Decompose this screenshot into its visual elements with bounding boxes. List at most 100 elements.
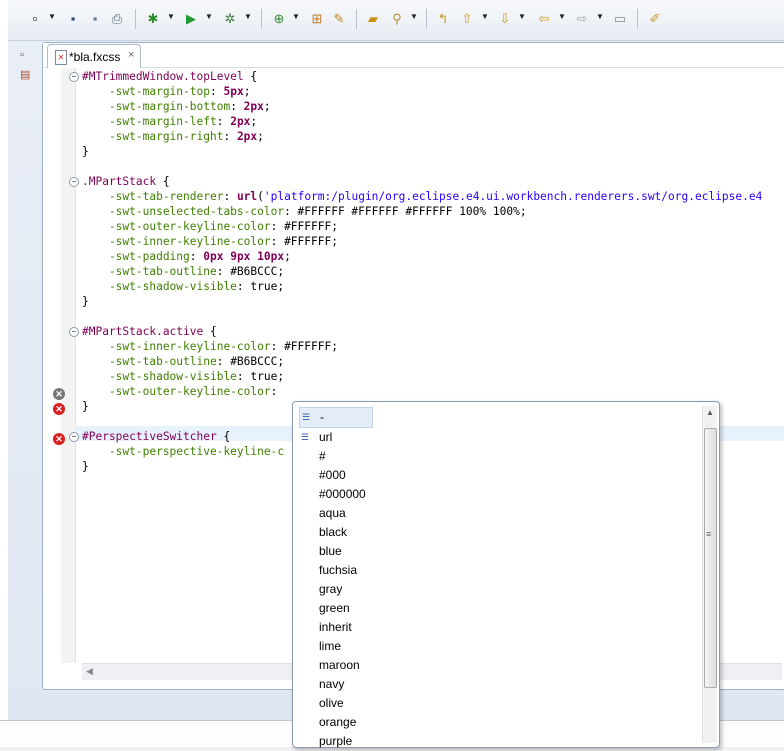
code-line[interactable]: -swt-inner-keyline-color: #FFFFFF;	[82, 339, 338, 354]
code-line[interactable]: -swt-outer-keyline-color:	[82, 384, 277, 399]
chevron-down-icon[interactable]: ▼	[410, 12, 418, 21]
restore-icon[interactable]: ▫	[20, 49, 32, 61]
back-icon[interactable]: ⇦	[535, 10, 553, 28]
completion-item[interactable]: blue	[299, 542, 703, 561]
forward-icon[interactable]: ⇨	[573, 10, 591, 28]
completion-item[interactable]: #	[299, 447, 703, 466]
tab-bla-fxcss[interactable]: ✕ *bla.fxcss ×	[47, 44, 141, 68]
code-line[interactable]: − .MPartStack {	[69, 174, 170, 189]
save-all-icon[interactable]: ▪	[86, 10, 104, 28]
annotation-gutter	[43, 68, 61, 663]
code-token: -swt-margin-bottom	[82, 100, 231, 113]
code-line[interactable]: }	[82, 294, 89, 309]
pin-editor-icon[interactable]: ▭	[611, 10, 629, 28]
paint-icon[interactable]: ✐	[646, 10, 664, 28]
code-line[interactable]: -swt-perspective-keyline-c	[82, 444, 284, 459]
completion-item[interactable]: fuchsia	[299, 561, 703, 580]
code-token: -swt-unselected-tabs-color	[82, 205, 285, 218]
chevron-down-icon[interactable]: ▼	[292, 12, 300, 21]
search-icon[interactable]: ⚲	[388, 10, 406, 28]
chevron-down-icon[interactable]: ▼	[481, 12, 489, 21]
tab-label: *bla.fxcss	[69, 50, 121, 64]
completion-item[interactable]: orange	[299, 713, 703, 732]
code-token: -swt-shadow-visible	[82, 280, 237, 293]
outline-view-icon[interactable]: ▤	[20, 69, 32, 81]
completion-item[interactable]: aqua	[299, 504, 703, 523]
completion-item[interactable]: inherit	[299, 618, 703, 637]
last-edit-icon[interactable]: ⇩	[496, 10, 514, 28]
completion-item[interactable]: navy	[299, 675, 703, 694]
print-icon[interactable]: ⎙	[108, 10, 126, 28]
chevron-down-icon[interactable]: ▼	[205, 12, 213, 21]
completion-item[interactable]: #000000	[299, 485, 703, 504]
code-token: {	[216, 430, 231, 443]
prev-annotation-icon[interactable]: ↰	[434, 10, 452, 28]
code-line[interactable]: -swt-padding: 0px 9px 10px;	[82, 249, 291, 264]
error-marker-icon[interactable]: ✕	[53, 433, 65, 445]
fold-toggle-icon[interactable]: −	[69, 432, 79, 442]
new-wizard-icon[interactable]: ▫	[26, 10, 44, 28]
code-line[interactable]: -swt-unselected-tabs-color: #FFFFFF #FFF…	[82, 204, 527, 219]
fold-toggle-icon[interactable]: −	[69, 177, 79, 187]
code-token: ;	[257, 130, 264, 143]
completion-item[interactable]: lime	[299, 637, 703, 656]
popup-vertical-scrollbar[interactable]: ▲ ≡	[702, 406, 717, 743]
chevron-down-icon[interactable]: ▼	[518, 12, 526, 21]
completion-item[interactable]: ☰ -	[299, 407, 373, 428]
completion-item[interactable]: purple	[299, 732, 703, 751]
fold-toggle-icon[interactable]: −	[69, 72, 79, 82]
completion-item[interactable]: ☰ url	[299, 428, 703, 447]
code-line[interactable]: -swt-shadow-visible: true;	[82, 279, 284, 294]
save-icon[interactable]: ▪	[64, 10, 82, 28]
scrollbar-thumb[interactable]	[704, 428, 717, 688]
code-line[interactable]: -swt-tab-outline: #B6BCCC;	[82, 354, 284, 369]
code-line[interactable]: -swt-margin-left: 2px;	[82, 114, 257, 129]
run-icon[interactable]: ▶	[182, 10, 200, 28]
new-java-class-icon[interactable]: ⊕	[270, 10, 288, 28]
code-token: {	[156, 175, 170, 188]
completion-item[interactable]: gray	[299, 580, 703, 599]
code-line[interactable]: -swt-shadow-visible: true;	[82, 369, 284, 384]
new-file-icon[interactable]: ✎	[330, 10, 348, 28]
completion-item[interactable]: maroon	[299, 656, 703, 675]
completion-item[interactable]: olive	[299, 694, 703, 713]
code-line[interactable]: }	[82, 399, 89, 414]
chevron-down-icon[interactable]: ▼	[596, 12, 604, 21]
fold-toggle-icon[interactable]: −	[69, 327, 79, 337]
scroll-left-icon[interactable]: ◀	[86, 666, 93, 677]
code-line[interactable]: -swt-margin-top: 5px;	[82, 84, 251, 99]
next-annotation-icon[interactable]: ⇧	[458, 10, 476, 28]
chevron-down-icon[interactable]: ▼	[244, 12, 252, 21]
code-line[interactable]: − #MPartStack.active {	[69, 324, 217, 339]
error-marker-icon[interactable]: ✕	[53, 403, 65, 415]
chevron-down-icon[interactable]: ▼	[558, 12, 566, 21]
close-icon[interactable]: ×	[128, 49, 134, 61]
chevron-down-icon[interactable]: ▼	[48, 12, 56, 21]
chevron-down-icon[interactable]: ▼	[167, 12, 175, 21]
folding-ruler	[61, 68, 76, 663]
code-token: :	[223, 130, 237, 143]
completion-item[interactable]: green	[299, 599, 703, 618]
debug-icon[interactable]: ✱	[144, 10, 162, 28]
code-line[interactable]: }	[82, 144, 89, 159]
template-icon: ☰	[301, 432, 310, 442]
code-token: 'platform:/plugin/org.eclipse.e4.ui.work…	[263, 190, 763, 203]
code-line[interactable]: -swt-inner-keyline-color: #FFFFFF;	[82, 234, 338, 249]
code-token: 2px	[230, 115, 251, 128]
code-line[interactable]: -swt-margin-bottom: 2px;	[82, 99, 271, 114]
code-line[interactable]: -swt-outer-keyline-color: #FFFFFF;	[82, 219, 338, 234]
open-type-icon[interactable]: ▰	[364, 10, 382, 28]
completion-item[interactable]: #000	[299, 466, 703, 485]
scroll-up-icon[interactable]: ▲	[706, 408, 714, 417]
completion-item[interactable]: black	[299, 523, 703, 542]
error-marker-icon[interactable]: ✕	[53, 388, 65, 400]
code-token: : #B6BCCC;	[216, 265, 285, 278]
code-line[interactable]: − #MTrimmedWindow.topLevel {	[69, 69, 257, 84]
external-tools-icon[interactable]: ✲	[221, 10, 239, 28]
code-line[interactable]: }	[82, 459, 89, 474]
new-package-icon[interactable]: ⊞	[308, 10, 326, 28]
code-line[interactable]: − #PerspectiveSwitcher {	[69, 429, 231, 444]
code-line[interactable]: -swt-tab-renderer: url('platform:/plugin…	[82, 189, 762, 204]
code-line[interactable]: -swt-tab-outline: #B6BCCC;	[82, 264, 284, 279]
code-line[interactable]: -swt-margin-right: 2px;	[82, 129, 264, 144]
